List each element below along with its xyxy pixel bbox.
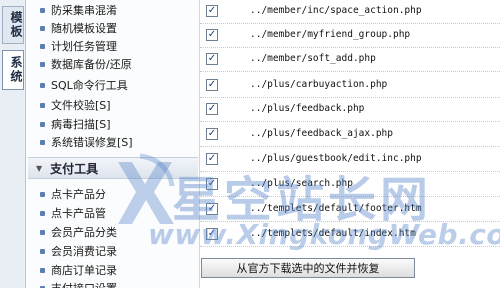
menu-item-card-category[interactable]: 点卡产品分 — [40, 185, 106, 203]
bullet-icon — [40, 121, 45, 127]
file-row: ✓ ../member/inc/space_action.php — [200, 0, 500, 24]
file-path: ../plus/carbuyaction.php — [250, 79, 388, 90]
vertical-tab-strip: 模板 系统 — [0, 0, 26, 288]
menu-item-sql-tool[interactable]: SQL命令行工具 — [40, 76, 128, 94]
bullet-icon — [40, 61, 45, 67]
caret-down-icon: ▼ — [36, 163, 43, 173]
section-title: 支付工具 — [50, 161, 99, 176]
menu-item-error-repair[interactable]: 系统错误修复[S] — [40, 133, 133, 151]
bullet-icon — [40, 7, 45, 13]
watermark-url: www.XingkongWeb.com — [148, 218, 500, 251]
file-row: ✓ ../plus/feedback_ajax.php — [200, 123, 500, 147]
menu-item-label: 防采集串混淆 — [51, 4, 117, 17]
bullet-icon — [40, 102, 45, 108]
file-row: ✓ ../member/myfriend_group.php — [200, 24, 500, 48]
menu-item-db-backup[interactable]: 数据库备份/还原 — [40, 55, 132, 73]
file-path: ../member/myfriend_group.php — [250, 29, 411, 40]
menu-item-label: 病毒扫描[S] — [51, 118, 111, 131]
file-checkbox[interactable]: ✓ — [206, 103, 218, 115]
menu-item-virus-scan[interactable]: 病毒扫描[S] — [40, 115, 111, 133]
menu-item-random-template[interactable]: 随机模板设置 — [40, 19, 117, 37]
menu-item-label: 文件校验[S] — [51, 99, 111, 112]
menu-item-label: 商店订单记录 — [51, 264, 117, 277]
bullet-icon — [40, 25, 45, 31]
menu-item-label: 点卡产品管 — [51, 207, 106, 220]
menu-item-label: 数据库备份/还原 — [51, 58, 132, 71]
tab-system[interactable]: 系统 — [2, 50, 24, 90]
menu-item-label: 会员产品分类 — [51, 226, 117, 239]
file-checkbox[interactable]: ✓ — [206, 79, 218, 91]
menu-item-label: SQL命令行工具 — [51, 79, 128, 92]
file-row: ✓ ../plus/carbuyaction.php — [200, 74, 500, 98]
file-row: ✓ ../member/soft_add.php — [200, 48, 500, 72]
menu-item-label: 随机模板设置 — [51, 22, 117, 35]
file-checkbox[interactable]: ✓ — [206, 5, 218, 17]
menu-item-payment-settings[interactable]: 支付接口设置 — [40, 279, 117, 288]
menu-item-anti-collect[interactable]: 防采集串混淆 — [40, 1, 117, 19]
menu-item-file-check[interactable]: 文件校验[S] — [40, 96, 111, 114]
bullet-icon — [40, 229, 45, 235]
menu-item-scheduled-tasks[interactable]: 计划任务管理 — [40, 37, 117, 55]
file-checkbox[interactable]: ✓ — [206, 53, 218, 65]
tab-template[interactable]: 模板 — [2, 6, 24, 44]
file-path: ../member/inc/space_action.php — [250, 5, 422, 16]
bullet-icon — [40, 82, 45, 88]
file-path: ../plus/feedback.php — [250, 103, 365, 114]
bullet-icon — [40, 210, 45, 216]
bullet-icon — [40, 191, 45, 197]
menu-item-member-product-category[interactable]: 会员产品分类 — [40, 223, 117, 241]
menu-item-member-consumption[interactable]: 会员消费记录 — [40, 242, 117, 260]
bullet-icon — [40, 139, 45, 145]
menu-item-label: 点卡产品分 — [51, 188, 106, 201]
menu-item-label: 计划任务管理 — [51, 40, 117, 53]
file-path: ../member/soft_add.php — [250, 53, 376, 64]
menu-item-label: 系统错误修复[S] — [51, 136, 133, 149]
menu-item-shop-orders[interactable]: 商店订单记录 — [40, 261, 117, 279]
file-checkbox[interactable]: ✓ — [206, 29, 218, 41]
file-path: ../plus/feedback_ajax.php — [250, 128, 393, 139]
file-row: ✓ ../plus/feedback.php — [200, 98, 500, 122]
menu-item-label: 会员消费记录 — [51, 245, 117, 258]
restore-files-button[interactable]: 从官方下载选中的文件并恢复 — [201, 258, 415, 278]
bullet-icon — [40, 248, 45, 254]
menu-item-card-manage[interactable]: 点卡产品管 — [40, 204, 106, 222]
file-checkbox[interactable]: ✓ — [206, 128, 218, 140]
bullet-icon — [40, 43, 45, 49]
bullet-icon — [40, 267, 45, 273]
menu-item-label: 支付接口设置 — [51, 280, 117, 288]
